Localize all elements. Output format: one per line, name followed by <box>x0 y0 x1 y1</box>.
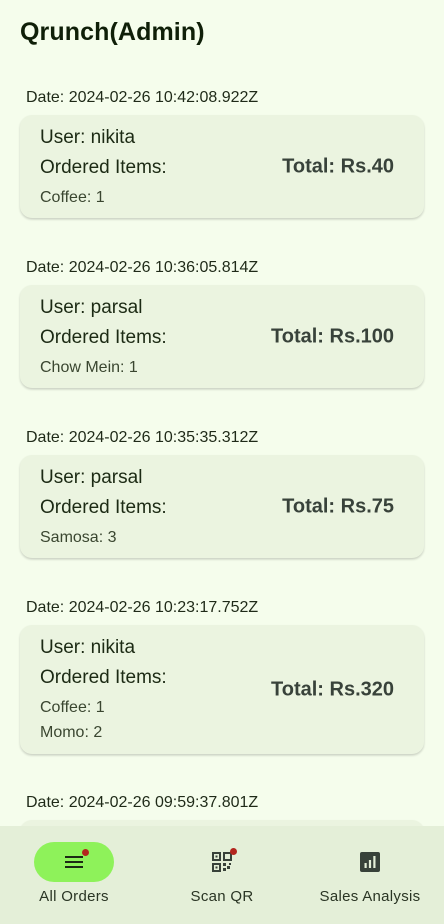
nav-label-scan-qr: Scan QR <box>190 888 254 905</box>
order-date: Date: 2024-02-26 09:59:37.801Z <box>26 794 259 811</box>
ordered-items-label: Ordered Items: <box>40 327 167 348</box>
ordered-item: Samosa: 3 <box>40 529 117 546</box>
ordered-items-list: Coffee: 1 <box>40 189 105 214</box>
order-total: Total: Rs.100 <box>271 325 394 347</box>
ordered-item: Coffee: 1 <box>40 189 105 206</box>
nav-label-all-orders: All Orders <box>39 888 109 905</box>
order-total: Total: Rs.75 <box>282 495 394 517</box>
nav-label-sales-analysis: Sales Analysis <box>319 888 421 905</box>
order-user: User: parsal <box>40 297 143 318</box>
nav-item-all-orders[interactable]: All Orders <box>0 826 148 924</box>
menu-icon <box>62 849 89 874</box>
ordered-items-list: Coffee: 1 Momo: 2 <box>40 699 105 749</box>
order-date: Date: 2024-02-26 10:36:05.814Z <box>26 259 259 276</box>
nav-item-sales-analysis[interactable]: Sales Analysis <box>296 826 444 924</box>
ordered-item: Chow Mein: 1 <box>40 359 138 376</box>
nav-item-scan-qr[interactable]: Scan QR <box>148 826 296 924</box>
order-date: Date: 2024-02-26 10:23:17.752Z <box>26 599 259 616</box>
qr-code-icon <box>210 848 237 874</box>
order-card[interactable]: User: nikita Ordered Items: Coffee: 1 Mo… <box>20 625 424 754</box>
order-card[interactable]: User: parsal Ordered Items: Chow Mein: 1… <box>20 285 424 388</box>
ordered-items-label: Ordered Items: <box>40 157 167 178</box>
bottom-navigation: All Orders Scan QR Sales Analysis <box>0 826 444 924</box>
ordered-item: Momo: 2 <box>40 724 103 741</box>
order-date: Date: 2024-02-26 10:35:35.312Z <box>26 429 259 446</box>
order-card[interactable]: User: nikita Ordered Items: Coffee: 1 To… <box>20 115 424 218</box>
order-total: Total: Rs.320 <box>271 678 394 700</box>
nav-active-indicator <box>34 842 114 882</box>
ordered-item: Coffee: 1 <box>40 699 105 716</box>
ordered-items-list: Chow Mein: 1 <box>40 359 138 384</box>
order-date: Date: 2024-02-26 10:42:08.922Z <box>26 89 259 106</box>
ordered-items-list: Samosa: 3 <box>40 529 116 554</box>
bar-chart-icon <box>358 850 382 874</box>
notification-badge <box>82 849 89 856</box>
orders-list[interactable]: Date: 2024-02-26 10:42:08.922Z User: nik… <box>0 0 444 826</box>
ordered-items-label: Ordered Items: <box>40 497 167 518</box>
order-card[interactable]: User: parsal Ordered Items: Samosa: 3 To… <box>20 455 424 558</box>
ordered-items-label: Ordered Items: <box>40 667 167 688</box>
nav-icon-container <box>330 842 410 882</box>
order-user: User: parsal <box>40 467 143 488</box>
order-user: User: nikita <box>40 127 136 148</box>
notification-badge <box>230 848 237 855</box>
order-user: User: nikita <box>40 637 136 658</box>
order-total: Total: Rs.40 <box>282 155 394 177</box>
nav-icon-container <box>182 842 262 882</box>
